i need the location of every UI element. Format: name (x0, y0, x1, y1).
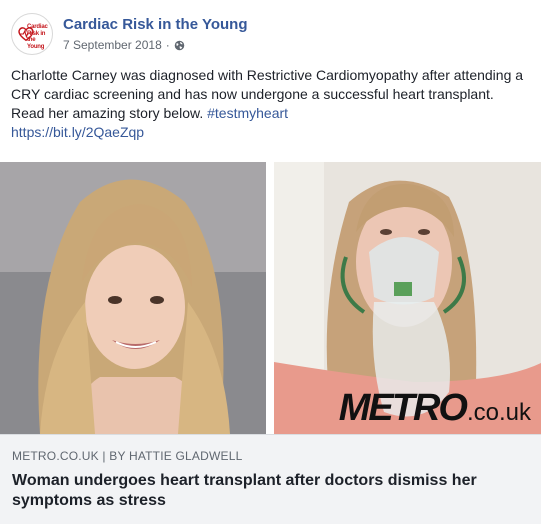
metro-brand: METRO (338, 387, 468, 429)
metro-suffix: .co.uk (466, 399, 531, 426)
post-header: Cardiac Risk in the Young Cardiac Risk i… (11, 12, 247, 56)
photo-smiling-woman (0, 162, 267, 434)
logo-text: Cardiac Risk in the Young (27, 24, 48, 50)
portrait-illustration (0, 162, 267, 434)
page-avatar[interactable]: Cardiac Risk in the Young (11, 13, 53, 55)
post-date[interactable]: 7 September 2018 (63, 38, 162, 52)
post-text: Charlotte Carney was diagnosed with Rest… (11, 66, 531, 142)
date-row: 7 September 2018 · (63, 38, 247, 52)
metro-watermark: METRO .co.uk (339, 387, 531, 430)
shortlink[interactable]: https://bit.ly/2QaeZqp (11, 124, 144, 140)
globe-icon[interactable] (174, 40, 185, 51)
image-divider (266, 162, 270, 434)
link-preview-image[interactable]: METRO .co.uk (0, 162, 541, 434)
link-source: METRO.CO.UK | BY HATTIE GLADWELL (12, 449, 243, 463)
separator-dot: · (165, 38, 170, 52)
photo-oxygen-mask: METRO .co.uk (273, 162, 541, 434)
link-headline[interactable]: Woman undergoes heart transplant after d… (12, 471, 527, 511)
post-meta: Cardiac Risk in the Young 7 September 20… (63, 16, 247, 52)
facebook-post: Cardiac Risk in the Young Cardiac Risk i… (0, 0, 541, 524)
page-name-link[interactable]: Cardiac Risk in the Young (63, 16, 247, 34)
hashtag-link[interactable]: #testmyheart (207, 105, 288, 121)
link-preview-caption[interactable]: METRO.CO.UK | BY HATTIE GLADWELL Woman u… (0, 434, 541, 524)
